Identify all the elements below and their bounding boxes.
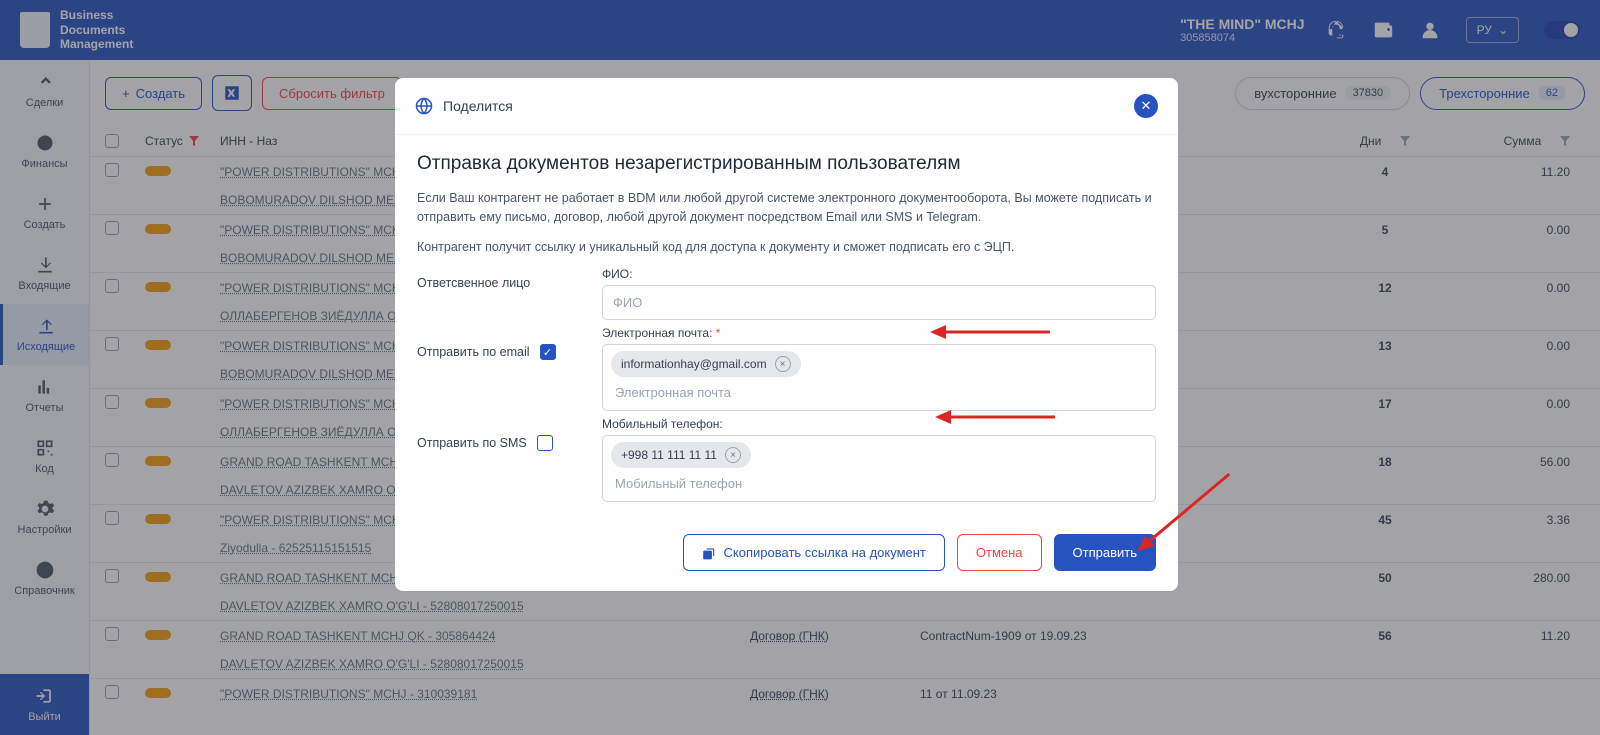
- send-email-row: Отправить по email: [417, 326, 602, 360]
- phone-input[interactable]: [611, 468, 1147, 495]
- close-button[interactable]: ✕: [1134, 94, 1158, 118]
- send-sms-checkbox[interactable]: [537, 435, 553, 451]
- phone-chip: +998 11 111 11 11×: [611, 442, 751, 468]
- copy-icon: [702, 546, 716, 560]
- remove-chip-icon[interactable]: ×: [775, 356, 791, 372]
- send-email-checkbox[interactable]: [540, 344, 556, 360]
- cancel-button[interactable]: Отмена: [957, 534, 1042, 571]
- globe-icon: [415, 97, 433, 115]
- phone-chipbox[interactable]: +998 11 111 11 11×: [602, 435, 1156, 502]
- modal-desc-2: Контрагент получит ссылку и уникальный к…: [417, 238, 1156, 257]
- fio-input[interactable]: [602, 285, 1156, 320]
- copy-link-button[interactable]: Скопировать ссылка на документ: [683, 534, 945, 571]
- email-chip: informationhay@gmail.com×: [611, 351, 801, 377]
- email-chipbox[interactable]: informationhay@gmail.com×: [602, 344, 1156, 411]
- email-label: Электронная почта:: [602, 326, 712, 340]
- remove-chip-icon[interactable]: ×: [725, 447, 741, 463]
- send-button[interactable]: Отправить: [1054, 534, 1156, 571]
- fio-label: ФИО:: [602, 267, 1156, 281]
- responsible-label: Ответсвенное лицо: [417, 267, 602, 290]
- modal-desc-1: Если Ваш контрагент не работает в BDM ил…: [417, 189, 1156, 228]
- share-modal: Поделится ✕ Отправка документов незареги…: [395, 78, 1178, 591]
- phone-label: Мобильный телефон:: [602, 417, 1156, 431]
- modal-title: Поделится: [443, 98, 513, 114]
- modal-heading: Отправка документов незарегистрированным…: [417, 153, 1156, 175]
- email-input[interactable]: [611, 377, 1147, 404]
- send-sms-row: Отправить по SMS: [417, 417, 602, 451]
